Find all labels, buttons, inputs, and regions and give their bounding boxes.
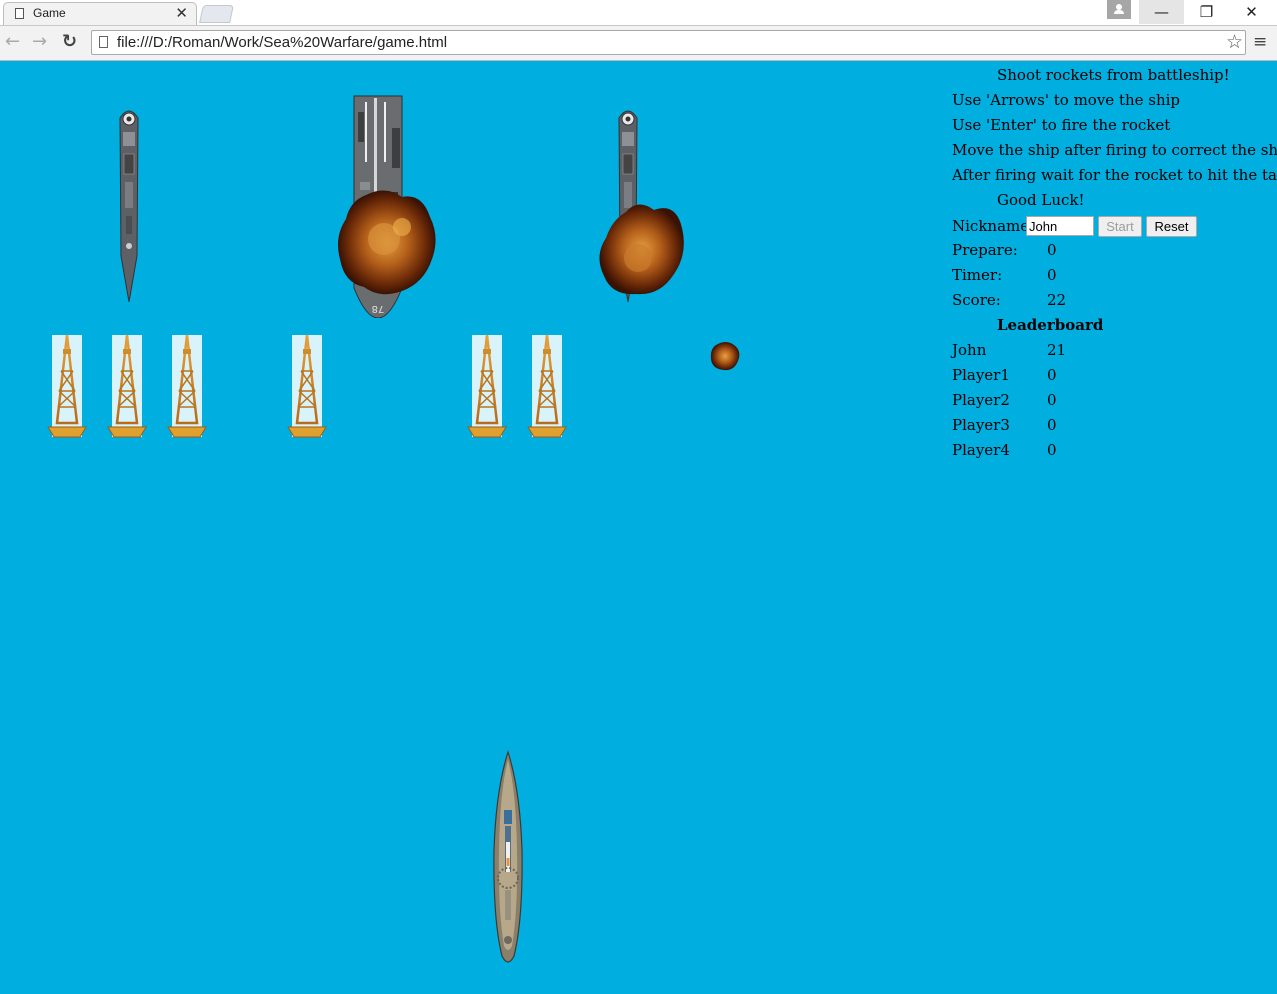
timer-label: Timer: (952, 266, 1003, 284)
leaderboard-title: Leaderboard (997, 316, 1104, 334)
oil-rig-5 (467, 334, 507, 438)
back-arrow-icon[interactable]: ← (5, 31, 20, 52)
forward-arrow-icon[interactable]: → (32, 31, 47, 52)
score-label: Score: (952, 291, 1001, 309)
instruction-line: After firing wait for the rocket to hit … (952, 166, 1277, 184)
page-icon (15, 8, 24, 19)
instruction-line: Use 'Arrows' to move the ship (952, 91, 1181, 109)
minimize-button[interactable]: — (1139, 0, 1184, 24)
browser-tab[interactable]: Game ✕ (3, 2, 197, 25)
tab-close-icon[interactable]: ✕ (175, 4, 188, 22)
oil-rig-3 (167, 334, 207, 438)
leaderboard-name: Player4 (952, 441, 1010, 459)
leaderboard-score: 0 (1047, 366, 1057, 384)
leaderboard-name: John (952, 341, 987, 359)
explosion-large (338, 190, 436, 295)
bookmark-star-icon[interactable]: ☆ (1226, 31, 1243, 53)
start-button[interactable]: Start (1098, 216, 1142, 237)
prepare-label: Prepare: (952, 241, 1018, 259)
leaderboard-name: Player1 (952, 366, 1010, 384)
oil-rig-1 (47, 334, 87, 438)
instructions-heading: Shoot rockets from battleship! (997, 66, 1230, 84)
carrier-hull-number: 78 (372, 303, 385, 314)
player-battleship[interactable] (490, 750, 526, 968)
page-icon (99, 36, 108, 48)
browser-toolbar: ← → ↻ file:///D:/Roman/Work/Sea%20Warfar… (0, 26, 1277, 61)
url-text[interactable]: file:///D:/Roman/Work/Sea%20Warfare/game… (117, 34, 447, 51)
leaderboard-score: 21 (1047, 341, 1067, 359)
nickname-label: Nickname: (952, 217, 1035, 235)
reload-icon[interactable]: ↻ (62, 31, 77, 52)
good-luck-text: Good Luck! (997, 191, 1085, 209)
oil-rig-2 (107, 334, 147, 438)
tab-title: Game (33, 6, 66, 20)
restore-button[interactable]: ❐ (1184, 0, 1229, 24)
instruction-line: Move the ship after firing to correct th… (952, 141, 1277, 159)
address-bar[interactable]: file:///D:/Roman/Work/Sea%20Warfare/game… (91, 30, 1246, 55)
timer-value: 0 (1047, 266, 1057, 284)
oil-rig-6 (527, 334, 567, 438)
profile-avatar-icon[interactable] (1107, 0, 1131, 19)
leaderboard-name: Player3 (952, 416, 1010, 434)
explosion-medium (599, 204, 684, 295)
oil-rig-4 (287, 334, 327, 438)
game-canvas[interactable]: 78 (0, 61, 940, 994)
close-window-button[interactable]: ✕ (1229, 0, 1274, 24)
destroyer-ship-1 (119, 110, 139, 302)
score-value: 22 (1047, 291, 1067, 309)
nickname-input[interactable] (1026, 216, 1094, 236)
browser-titlebar: Game ✕ — ❐ ✕ (0, 0, 1277, 26)
explosion-small (710, 342, 740, 371)
profile-body (1114, 10, 1124, 14)
menu-icon[interactable]: ≡ (1253, 32, 1267, 52)
prepare-value: 0 (1047, 241, 1057, 259)
instruction-line: Use 'Enter' to fire the rocket (952, 116, 1171, 134)
leaderboard-score: 0 (1047, 441, 1057, 459)
leaderboard-score: 0 (1047, 391, 1057, 409)
reset-button[interactable]: Reset (1146, 216, 1197, 237)
leaderboard-score: 0 (1047, 416, 1057, 434)
leaderboard-name: Player2 (952, 391, 1010, 409)
new-tab-button[interactable] (199, 5, 234, 23)
